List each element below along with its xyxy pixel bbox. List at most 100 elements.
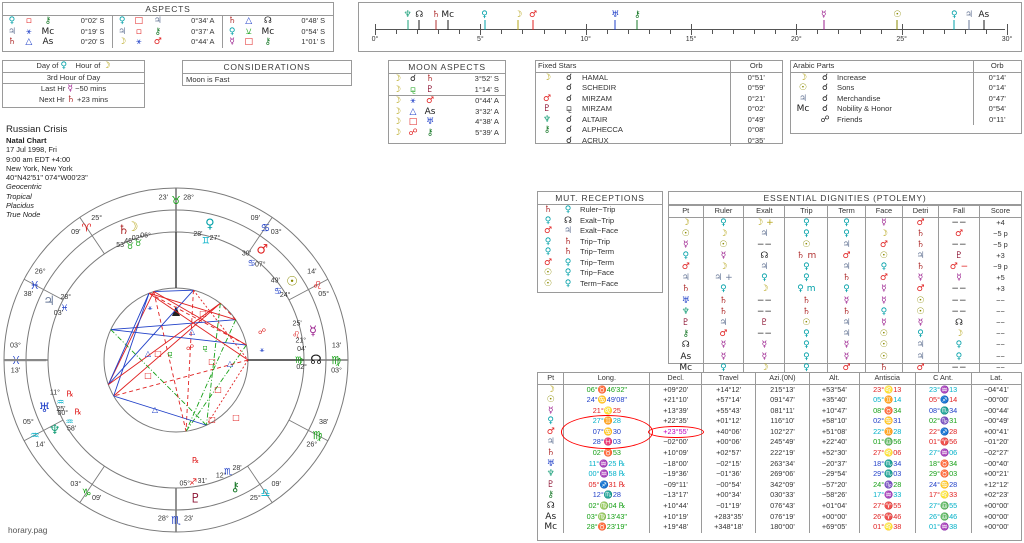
wheel-planet-glyph[interactable]: ♀ <box>205 217 215 232</box>
dignity-cell: ♄ <box>784 295 828 307</box>
dial-point-stem <box>407 20 409 30</box>
table-row[interactable]: ☽ 06°♉46'32" +09°20' +14°12' 215°13' +53°54' 2… <box>538 384 1021 395</box>
table-row[interactable]: ☊ 02°♍04 ℞ +10°44' −01°19' 076°43' +01°04' 27°… <box>538 500 1021 512</box>
dial-tick <box>880 29 882 34</box>
point-glyph: ☉ <box>546 395 555 406</box>
dignity-point: ♅ <box>681 295 690 306</box>
table-row[interactable]: ♆ 00°♒58 ℞ −19°36' −01°36' 269°06' −29°54' 29°… <box>538 469 1021 480</box>
arabic-part-point: ☉ <box>798 83 808 93</box>
aspect-symbol: ⚼ <box>409 84 417 95</box>
table-row[interactable]: As 03°♍13'43" +10°19' +283°35' 076°19' +00°00… <box>538 511 1021 523</box>
wheel-planet-sign: ♐ <box>189 478 197 488</box>
table-row[interactable]: ♄ 02°♉53 +10°09' +02°57' 222°19' +52°30' 27°♌0… <box>538 447 1021 459</box>
dial-point-glyph[interactable]: ♅ <box>611 11 619 20</box>
dial-point-glyph[interactable]: ♆ <box>404 11 412 20</box>
dial-point-glyph[interactable]: ☊ <box>415 11 423 20</box>
dial-label: 10° <box>580 36 591 43</box>
point-travel: −02°15' <box>701 458 756 470</box>
fixed-star-row: ♂ ☌ MIRZAM 0°21' <box>536 93 782 104</box>
point-antiscia: 27°♌06 <box>858 447 916 459</box>
point-travel: +57°14' <box>701 395 756 406</box>
mutual-reception-row: ♄ ♀ Ruler−Trip <box>538 205 662 216</box>
aspect-line <box>148 292 249 361</box>
dial-tick <box>480 24 482 35</box>
wheel-planet-glyph[interactable]: ☉ <box>286 275 298 290</box>
dial-point-glyph[interactable]: ♀ <box>481 11 488 20</box>
table-row[interactable]: ♂ 07°♋30 +23°55' +40°06' 102°27' +51°08' 22°♊2… <box>538 426 1021 438</box>
wheel-planet-glyph[interactable]: ☊ <box>310 353 322 368</box>
cusp-sign-glyph: ♌ <box>312 279 322 292</box>
dignity-cell: ☿ <box>827 351 866 363</box>
dignity-cell: ♀ <box>784 351 828 363</box>
table-row[interactable]: ⚷ 12°♏28 −13°17' +00°34' 030°33' −58°26' 17°♒3… <box>538 490 1021 501</box>
wheel-planet-glyph[interactable]: ⚷ <box>230 480 240 495</box>
point-latitude: +00°41' <box>970 426 1021 438</box>
cusp-degree: 03° <box>70 479 81 488</box>
hour-of-label: Hour of <box>75 61 101 70</box>
dial-tick <box>459 29 461 34</box>
dignity-cell: ♀ <box>784 328 828 341</box>
wheel-aspect-symbol: □ <box>199 309 207 318</box>
wheel-planet-glyph[interactable]: ♅ <box>39 401 51 416</box>
dial-point-glyph[interactable]: ♃ <box>965 11 973 20</box>
cusp-sign-glyph: ♋ <box>261 221 271 234</box>
dial-point-glyph[interactable]: ⚷ <box>634 11 641 20</box>
wheel-planet-glyph[interactable]: ♃ <box>43 294 55 309</box>
arabic-part-aspect: ☌ <box>821 83 829 93</box>
cusp-degree: 03° <box>10 340 21 349</box>
wheel-planet-glyph[interactable]: ♄ <box>118 223 130 238</box>
point-azimuth: 076°19' <box>755 511 810 523</box>
chart-time: 9:00 am EDT +4:00 <box>6 154 71 164</box>
aspect-orb: 4°38' A <box>475 117 499 126</box>
point-longitude: 11°♒25 ℞ <box>563 458 650 470</box>
chart-title: Russian Crisis <box>6 124 68 135</box>
table-row[interactable]: ♃ 28°♓03 −02°00' +00°06' 245°49' +22°40' 01°♎5… <box>538 437 1021 448</box>
fixed-star-row: ⚷ ☌ ALPHECCA 0°08' <box>536 125 782 136</box>
arabic-part-name: Nobility & Honor <box>837 104 892 113</box>
table-row[interactable]: ♇ 05°♐31 ℞ −09°11' −00°54' 342°09' −57°20' 24°… <box>538 479 1021 491</box>
aspect-point2: ⚷ <box>426 127 434 138</box>
dial-tick <box>985 29 987 34</box>
chart-wheel[interactable]: Russian Crisis Natal Chart 17 Jul 1998, … <box>0 120 352 543</box>
dial-point-glyph[interactable]: ☉ <box>893 11 901 20</box>
table-row[interactable]: Mc 28°♉23'19" +19°48' +348°18' 180°00' +69°05… <box>538 522 1021 533</box>
dignity-cell: ☉ <box>902 295 939 307</box>
table-row[interactable]: ♅ 11°♒25 ℞ −18°00' −02°15' 263°34' −20°37' 18°… <box>538 458 1021 470</box>
moon-aspect-row: ☽ △ As 3°32' A <box>389 107 505 118</box>
fixed-star-name: ALTAIR <box>582 114 608 124</box>
arabic-part-orb: 0°54' <box>972 104 1021 115</box>
fixed-star-orb: 0°49' <box>729 114 782 125</box>
moon-aspect-row: ☽ □ ♅ 4°38' A <box>389 117 505 128</box>
dial-point-stem <box>983 20 985 30</box>
point-travel: +00°06' <box>701 437 756 448</box>
table-row[interactable]: ♀ 27°♊28 +22°35' +01°12' 116°10' +58°10' 02°♋3… <box>538 416 1021 427</box>
points-column-header: Alt. <box>808 373 860 385</box>
dignity-cell: ♀ m <box>784 284 828 296</box>
fixed-star-row: ♆ ☌ ALTAIR 0°49' <box>536 114 782 125</box>
dial-point-glyph[interactable]: ☽ <box>514 11 522 20</box>
moon-glyph: ☽ <box>392 84 402 95</box>
point-declination: −09°11' <box>649 479 702 491</box>
table-row[interactable]: ☿ 21°♌25 +13°39' +55°43' 081°11' +10°47' 08°♉3… <box>538 405 1021 417</box>
degree-dial[interactable]: 0° 5° 10° 15° 20° 25° 30° ♆ ☊ ♄ Mc ♀ ☽ ♂ ♅ ⚷ ☿ ☉ ♀ ♃ As <box>359 3 1021 51</box>
wheel-planet-glyph[interactable]: ♂ <box>256 243 268 258</box>
dial-point-glyph[interactable]: ♀ <box>951 11 958 20</box>
point-altitude: +01°04' <box>808 500 860 512</box>
table-row[interactable]: ☉ 24°♋49'08" +21°10' +57°14' 091°47' +35°40' 0… <box>538 395 1021 406</box>
hour-of-day-text: 3rd Hour of Day <box>3 72 144 84</box>
dial-point-glyph[interactable]: ♄ <box>432 11 440 20</box>
point-antiscia: 24°♑28 <box>858 479 916 491</box>
wheel-planet-glyph[interactable]: ♇ <box>190 492 202 507</box>
dial-point-glyph[interactable]: As <box>978 11 989 20</box>
point-altitude: +35°40' <box>808 395 860 406</box>
dial-point-glyph[interactable]: Mc <box>441 11 454 20</box>
aspect-symbol: ▫ <box>135 26 142 37</box>
dial-point-glyph[interactable]: ☿ <box>821 11 827 20</box>
dial-point-glyph[interactable]: ♂ <box>529 11 537 20</box>
cusp-sign-glyph: ♈ <box>82 221 92 234</box>
wheel-planet-glyph[interactable]: ♆ <box>49 423 61 438</box>
wheel-planet-minute: 04' <box>297 346 306 353</box>
point-glyph: ♄ <box>546 448 555 459</box>
wheel-planet-glyph[interactable]: ☿ <box>309 324 317 339</box>
point-contra-antiscia: 23°♒13 <box>914 384 972 395</box>
